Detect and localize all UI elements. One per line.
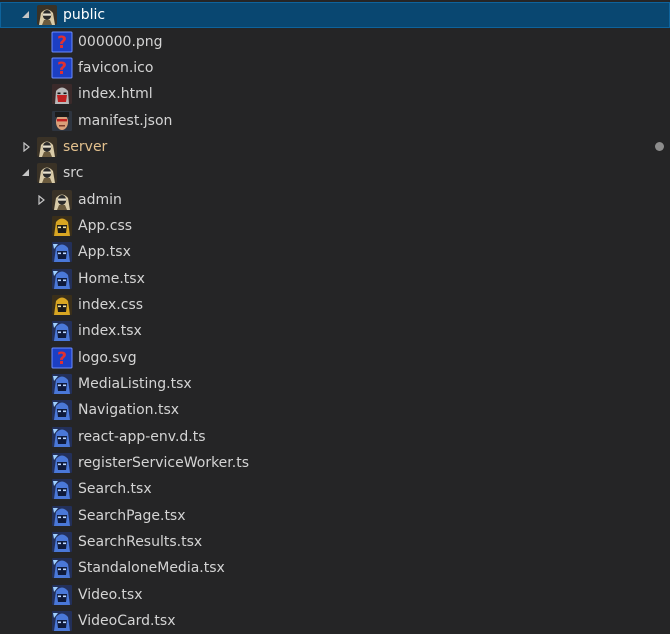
tree-item-label: index.tsx [78,323,142,340]
tsx-mask-icon [51,399,73,421]
tree-file-index-html[interactable]: index.html [0,81,670,107]
tree-file-logo-svg[interactable]: ? logo.svg [0,344,670,370]
tsx-mask-icon [51,610,73,632]
tree-item-label: Search.tsx [78,481,152,498]
tree-file-index-tsx[interactable]: index.tsx [0,318,670,344]
tree-item-label: react-app-env.d.ts [78,428,206,445]
tree-file-000000-png[interactable]: ? 000000.png [0,28,670,54]
css-mask-icon [51,215,73,237]
svg-text:?: ? [57,59,67,79]
tsx-mask-icon [51,241,73,263]
chevron-down-icon[interactable] [20,9,32,21]
tsx-mask-icon [51,373,73,395]
tree-file-registerserviceworker-ts[interactable]: registerServiceWorker.ts [0,450,670,476]
tsx-mask-icon [51,452,73,474]
tree-file-standalonemedia-tsx[interactable]: StandaloneMedia.tsx [0,555,670,581]
tree-item-label: public [63,7,106,24]
tree-item-label: MediaListing.tsx [78,375,192,392]
chevron-right-icon[interactable] [35,194,47,206]
tsx-mask-icon [51,531,73,553]
chevron-right-icon[interactable] [20,141,32,153]
tree-item-label: index.css [78,296,144,313]
tree-file-favicon-ico[interactable]: ? favicon.ico [0,55,670,81]
tree-item-label: 000000.png [78,33,163,50]
tree-item-label: Home.tsx [78,270,145,287]
tsx-mask-icon [51,426,73,448]
tree-item-label: VideoCard.tsx [78,613,176,630]
folder-avatar-icon [36,136,58,158]
tsx-mask-icon [51,320,73,342]
tree-file-medialisting-tsx[interactable]: MediaListing.tsx [0,371,670,397]
css-mask-icon [51,294,73,316]
tree-folder-src[interactable]: src [0,160,670,186]
tsx-mask-icon [51,584,73,606]
tree-file-navigation-tsx[interactable]: Navigation.tsx [0,397,670,423]
tree-file-video-tsx[interactable]: Video.tsx [0,582,670,608]
unknown-question-icon: ? [51,347,73,369]
tree-item-label: Navigation.tsx [78,402,180,419]
tree-file-manifest-json[interactable]: manifest.json [0,107,670,133]
tree-item-label: App.css [78,217,133,234]
tree-item-label: src [63,165,84,182]
svg-text:?: ? [57,349,67,369]
chevron-down-icon[interactable] [20,167,32,179]
tree-item-label: App.tsx [78,244,131,261]
tree-folder-public[interactable]: public [0,2,670,29]
html-mask-icon [51,83,73,105]
folder-avatar-icon [36,162,58,184]
tree-item-label: favicon.ico [78,59,154,76]
tree-item-label: admin [78,191,122,208]
unknown-question-icon: ? [51,31,73,53]
tree-file-app-css[interactable]: App.css [0,213,670,239]
tree-file-index-css[interactable]: index.css [0,292,670,318]
tree-item-label: registerServiceWorker.ts [78,455,250,472]
tsx-mask-icon [51,268,73,290]
tree-item-label: manifest.json [78,112,173,129]
tsx-mask-icon [51,557,73,579]
tree-item-label: index.html [78,86,153,103]
folder-avatar-icon [51,189,73,211]
tree-file-search-tsx[interactable]: Search.tsx [0,476,670,502]
tree-folder-server[interactable]: server [0,134,670,160]
folder-avatar-icon [36,4,58,26]
tree-item-label: StandaloneMedia.tsx [78,560,225,577]
tsx-mask-icon [51,505,73,527]
tree-file-searchresults-tsx[interactable]: SearchResults.tsx [0,529,670,555]
tree-file-videocard-tsx[interactable]: VideoCard.tsx [0,608,670,634]
json-face-icon [51,110,73,132]
svg-text:?: ? [57,33,67,53]
tree-item-label: Video.tsx [78,586,143,603]
tree-folder-admin[interactable]: admin [0,186,670,212]
file-explorer-tree: public? 000000.png? favicon.ico index.html m… [0,2,670,634]
tree-item-label: server [63,138,108,155]
tree-file-react-app-env-d-ts[interactable]: react-app-env.d.ts [0,424,670,450]
tree-file-app-tsx[interactable]: App.tsx [0,239,670,265]
tree-item-label: logo.svg [78,349,137,366]
tree-file-home-tsx[interactable]: Home.tsx [0,265,670,291]
tree-item-label: SearchPage.tsx [78,507,186,524]
unknown-question-icon: ? [51,57,73,79]
tree-file-searchpage-tsx[interactable]: SearchPage.tsx [0,503,670,529]
tsx-mask-icon [51,478,73,500]
modified-dot-icon [655,142,664,152]
tree-item-label: SearchResults.tsx [78,534,203,551]
